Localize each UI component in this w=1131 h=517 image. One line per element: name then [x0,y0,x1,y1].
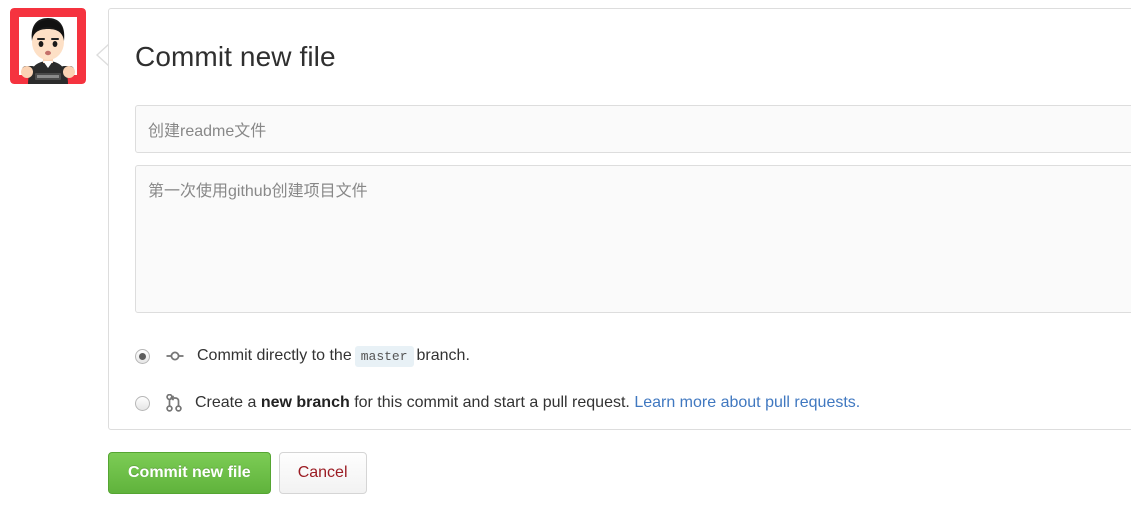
branch-text-after: for this commit and start a pull request… [354,394,630,411]
branch-emphasis: new branch [260,394,350,411]
radio-master[interactable] [135,348,150,364]
radio-new-branch[interactable] [135,395,150,411]
master-text-after: branch. [416,347,470,364]
new-branch-option-label: Create a new branch for this commit and … [195,394,860,412]
avatar-image [10,8,86,84]
cancel-button[interactable]: Cancel [278,452,367,494]
form-actions: Commit new file Cancel [108,452,367,494]
git-branch-icon [166,394,182,412]
commit-summary-input[interactable] [135,105,1131,153]
commit-description-textarea[interactable] [135,165,1131,313]
page-title: Commit new file [135,41,336,72]
user-avatar[interactable] [10,8,86,84]
branch-name-chip: master [354,346,414,367]
commit-option-master-label: Commit directly to the master branch. [197,346,470,367]
master-text-before: Commit directly to the [197,347,352,364]
commit-option-new-branch[interactable]: Create a new branch for this commit and … [135,394,860,412]
commit-form-panel: Commit new file Commit directly to thema… [108,8,1131,430]
branch-text-before: Create a [195,394,257,411]
git-commit-icon [166,349,184,363]
commit-new-file-button[interactable]: Commit new file [108,452,271,494]
pull-requests-learn-more-link[interactable]: Learn more about pull requests. [634,394,860,411]
commit-option-master[interactable]: Commit directly to the master branch. [135,346,470,367]
